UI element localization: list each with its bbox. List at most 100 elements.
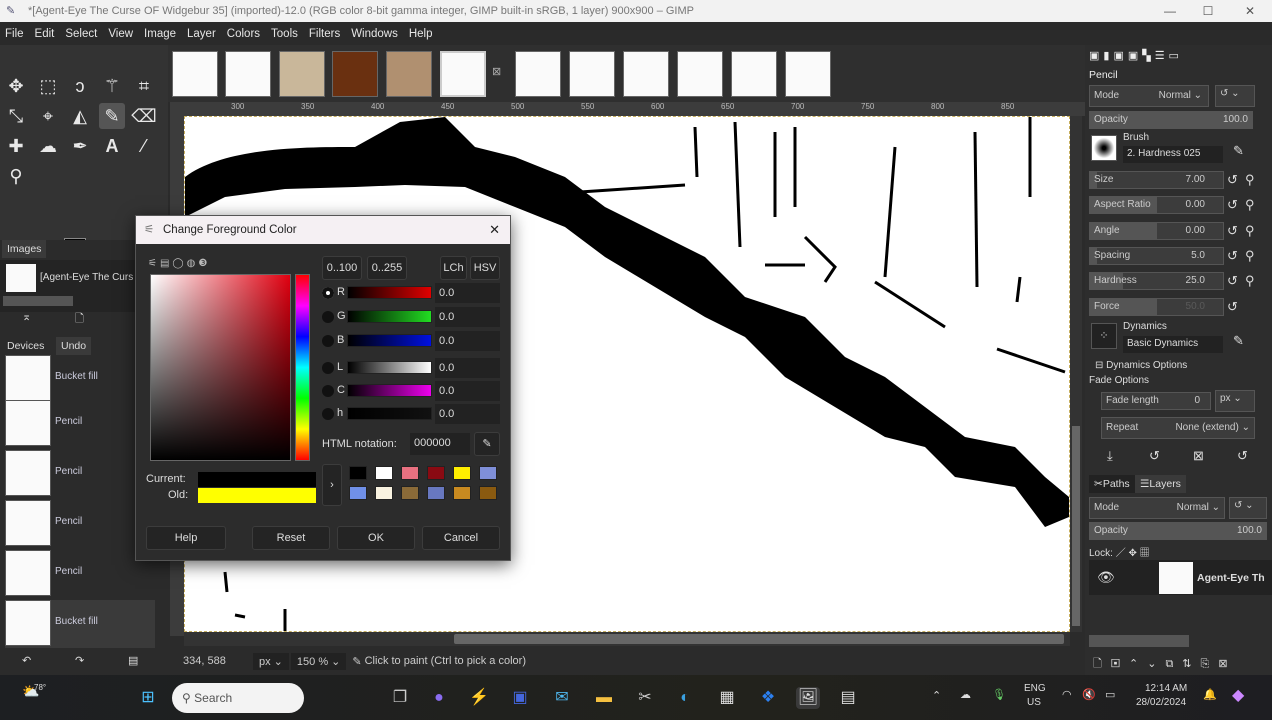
image-thumbnail[interactable]: [6, 264, 36, 292]
color-history-swatch[interactable]: [427, 466, 445, 480]
edit-brush-icon[interactable]: ✎: [1233, 143, 1244, 159]
reset-icon[interactable]: ↺: [1227, 248, 1238, 264]
close-button[interactable]: ✕: [1230, 0, 1270, 22]
text-tool-icon[interactable]: A: [99, 133, 125, 159]
channel-value[interactable]: 0.0: [435, 381, 500, 401]
color-history-swatch[interactable]: [401, 466, 419, 480]
scrollbar-thumb[interactable]: [454, 634, 1064, 644]
color-history-swatch[interactable]: [375, 486, 393, 500]
layer-mode-select[interactable]: Mode Normal ⌄: [1089, 497, 1225, 519]
mode-select[interactable]: Mode Normal ⌄: [1089, 85, 1209, 107]
brush-preview[interactable]: [1091, 135, 1117, 161]
brush-name[interactable]: 2. Hardness 025: [1123, 146, 1223, 163]
edit-dynamics-icon[interactable]: ✎: [1233, 333, 1244, 349]
image-tab[interactable]: [172, 51, 218, 97]
layer-row[interactable]: 👁 Agent-Eye Th: [1089, 560, 1272, 595]
horizontal-scrollbar[interactable]: [184, 632, 1070, 646]
ok-button[interactable]: OK: [337, 526, 415, 550]
channel-slider[interactable]: [347, 286, 432, 299]
dynamics-icon[interactable]: ⁘: [1091, 323, 1117, 349]
transform-icon[interactable]: ⤡: [3, 103, 29, 129]
app-icon[interactable]: ▤: [836, 687, 860, 709]
language-indicator[interactable]: ENG: [1024, 683, 1046, 694]
channel-radio[interactable]: [322, 287, 334, 299]
menu-select[interactable]: Select: [65, 28, 97, 40]
image-tab[interactable]: [677, 51, 723, 97]
image-tab[interactable]: [569, 51, 615, 97]
notification-bell-icon[interactable]: 🔔: [1203, 688, 1217, 701]
teams-icon[interactable]: ●: [427, 687, 451, 709]
app-icon[interactable]: ▣: [508, 687, 532, 709]
color-history-swatch[interactable]: [401, 486, 419, 500]
help-button[interactable]: Help: [146, 526, 226, 550]
param-spacing-slider[interactable]: Spacing 5.0: [1089, 246, 1224, 265]
fuzzy-select-icon[interactable]: ⚚: [99, 73, 125, 99]
undo-item-selected[interactable]: Bucket fill: [5, 600, 155, 648]
mode-reset-button[interactable]: ↺ ⌄: [1215, 85, 1255, 107]
save-options-icon[interactable]: ⤓: [1107, 448, 1113, 464]
zoom-tool-icon[interactable]: ⚲: [3, 163, 29, 189]
volume-muted-icon[interactable]: 🔇: [1082, 688, 1096, 701]
color-selector-tabs[interactable]: ⚟▤◯◍❸: [148, 258, 210, 269]
undo-item[interactable]: Bucket fill: [5, 355, 155, 403]
channel-h-row[interactable]: h 0.0: [322, 404, 500, 424]
paths-icon[interactable]: ✒: [67, 133, 93, 159]
start-button[interactable]: ⊞: [136, 687, 160, 709]
scrollbar-thumb[interactable]: [3, 296, 73, 306]
range-0-100-button[interactable]: 0..100: [322, 256, 362, 280]
undo-item[interactable]: Pencil: [5, 500, 155, 548]
reset-icon[interactable]: ↺: [1227, 197, 1238, 213]
scrollbar-thumb[interactable]: [1072, 426, 1080, 626]
channel-slider[interactable]: [347, 310, 432, 323]
bucket-fill-icon[interactable]: ◭: [67, 103, 93, 129]
add-to-history-icon[interactable]: ›: [322, 464, 342, 506]
tab-paths[interactable]: ✂Paths: [1089, 475, 1135, 493]
onedrive-icon[interactable]: ☁: [960, 688, 971, 701]
search-box[interactable]: ⚲ Search: [172, 683, 304, 713]
undo-item[interactable]: Pencil: [5, 400, 155, 448]
battery-icon[interactable]: ▭: [1105, 688, 1115, 701]
dynamics-name[interactable]: Basic Dynamics: [1123, 336, 1223, 353]
color-history-swatch[interactable]: [349, 486, 367, 500]
menu-image[interactable]: Image: [144, 28, 176, 40]
reset-icon[interactable]: ↺: [1227, 172, 1238, 188]
cancel-button[interactable]: Cancel: [422, 526, 500, 550]
opacity-slider[interactable]: Opacity 100.0: [1089, 111, 1253, 129]
unit-select[interactable]: px ⌄: [253, 652, 289, 670]
channel-radio[interactable]: [322, 408, 334, 420]
image-tab[interactable]: [623, 51, 669, 97]
clear-history-icon[interactable]: ▤: [128, 654, 138, 667]
pencil-tool-icon[interactable]: ✎: [99, 103, 125, 129]
tab-images[interactable]: Images: [2, 240, 47, 258]
color-history-swatch[interactable]: [479, 486, 497, 500]
task-view-icon[interactable]: ❐: [388, 687, 412, 709]
range-0-255-button[interactable]: 0..255: [367, 256, 407, 280]
raise-icon[interactable]: ⌅: [22, 310, 31, 323]
color-history-swatch[interactable]: [479, 466, 497, 480]
dropbox-icon[interactable]: ❖: [756, 687, 780, 709]
menu-edit[interactable]: Edit: [35, 28, 55, 40]
link-icon[interactable]: ⚲: [1245, 223, 1255, 239]
channel-G-row[interactable]: G 0.0: [322, 307, 500, 327]
gimp-taskbar-icon[interactable]: 🖼: [796, 687, 820, 709]
lock-alpha-icon[interactable]: ▦: [1140, 548, 1150, 559]
move-tool-icon[interactable]: ✥: [3, 73, 29, 99]
param-force-slider[interactable]: Force 50.0: [1089, 297, 1224, 316]
clock-date[interactable]: 28/02/2024: [1136, 697, 1186, 708]
redo-icon[interactable]: ↷: [75, 654, 84, 667]
channel-slider[interactable]: [347, 384, 432, 397]
delete-icon[interactable]: 🗋: [75, 310, 84, 329]
tab-undo[interactable]: Undo: [56, 337, 92, 355]
layer-opacity-slider[interactable]: Opacity 100.0: [1089, 522, 1267, 540]
crop-icon[interactable]: ⌗: [131, 73, 157, 99]
fade-unit-select[interactable]: px ⌄: [1215, 390, 1255, 412]
menu-view[interactable]: View: [108, 28, 133, 40]
hsv-button[interactable]: HSV: [470, 256, 500, 280]
menu-windows[interactable]: Windows: [351, 28, 398, 40]
old-color-swatch[interactable]: [198, 488, 316, 503]
param-aspect-ratio-slider[interactable]: Aspect Ratio 0.00: [1089, 196, 1224, 215]
eraser-icon[interactable]: ⌫: [131, 103, 157, 129]
param-hardness-slider[interactable]: Hardness 25.0: [1089, 272, 1224, 291]
channel-C-row[interactable]: C 0.0: [322, 381, 500, 401]
lock-position-icon[interactable]: ✥: [1128, 548, 1136, 559]
